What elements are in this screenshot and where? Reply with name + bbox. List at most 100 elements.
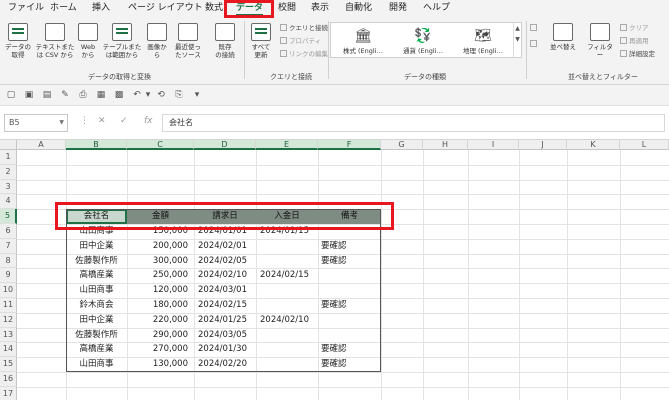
- table-cell[interactable]: 山田商事: [66, 225, 127, 238]
- table-cell[interactable]: 2024/02/20: [198, 358, 260, 371]
- table-cell[interactable]: 120,000: [127, 284, 188, 297]
- table-cell[interactable]: 要確認: [318, 343, 381, 356]
- clear-button[interactable]: クリア: [620, 23, 649, 33]
- table-cell[interactable]: [260, 299, 322, 312]
- row-header-17[interactable]: 17: [0, 386, 17, 400]
- advanced-filter-button[interactable]: 詳細設定: [620, 49, 655, 59]
- table-cell[interactable]: [318, 225, 381, 238]
- table-cell[interactable]: 要確認: [318, 299, 381, 312]
- row-header-1[interactable]: 1: [0, 150, 17, 165]
- row-header-7[interactable]: 7: [0, 238, 17, 254]
- row-header-4[interactable]: 4: [0, 194, 17, 210]
- table-cell[interactable]: [318, 314, 381, 327]
- sort-az-button[interactable]: [530, 23, 539, 33]
- open-icon[interactable]: ▦: [96, 90, 106, 100]
- row-header-14[interactable]: 14: [0, 342, 17, 358]
- more-icon[interactable]: ⋮: [80, 116, 89, 126]
- table-cell[interactable]: 2024/02/15: [260, 269, 322, 282]
- chevron-down-icon[interactable]: ▼: [59, 115, 64, 131]
- redo-icon[interactable]: ⟲: [156, 90, 166, 100]
- table-cell[interactable]: [318, 269, 381, 282]
- row-header-11[interactable]: 11: [0, 298, 17, 313]
- from-web-button[interactable]: Web から: [76, 23, 100, 59]
- print-icon[interactable]: ⎙: [78, 90, 88, 100]
- existing-connections-button[interactable]: 既存 の接続: [210, 23, 240, 59]
- column-header-A[interactable]: A: [17, 140, 66, 150]
- table-cell[interactable]: [260, 358, 322, 371]
- recent-sources-button[interactable]: 最近使っ たソース: [170, 23, 206, 59]
- table-cell[interactable]: 山田商事: [66, 358, 127, 371]
- row-header-6[interactable]: 6: [0, 224, 17, 239]
- sort-za-button[interactable]: [530, 39, 539, 49]
- row-header-12[interactable]: 12: [0, 312, 17, 328]
- enter-icon[interactable]: ✓: [120, 116, 128, 126]
- table-cell[interactable]: 2024/01/30: [198, 343, 260, 356]
- tab-0[interactable]: ファイル: [8, 2, 44, 16]
- table-cell[interactable]: 2024/02/10: [198, 269, 260, 282]
- table-header-cell[interactable]: 備考: [318, 209, 381, 224]
- table-header-cell[interactable]: 会社名: [66, 209, 127, 224]
- data-types-gallery[interactable]: 🏛 株式 (Engli… 💱 通貨 (Engli… 🗺 地理 (Engli… ▲…: [330, 22, 522, 58]
- table-header-cell[interactable]: 請求日: [194, 209, 256, 224]
- table-cell[interactable]: [260, 255, 322, 268]
- table-cell[interactable]: 220,000: [127, 314, 188, 327]
- column-header-L[interactable]: L: [620, 140, 669, 150]
- tab-4[interactable]: 数式: [205, 2, 223, 16]
- table-cell[interactable]: [260, 329, 322, 342]
- refresh-all-button[interactable]: すべて 更新: [246, 23, 276, 59]
- save-icon[interactable]: ▣: [24, 90, 34, 100]
- tab-7[interactable]: 表示: [311, 2, 329, 16]
- table-cell[interactable]: 2024/03/01: [198, 284, 260, 297]
- table-cell[interactable]: 高橋産業: [66, 343, 127, 356]
- table-cell[interactable]: 田中企業: [66, 314, 127, 327]
- table-cell[interactable]: [318, 284, 381, 297]
- from-picture-button[interactable]: 画像か ら: [143, 23, 171, 59]
- table-cell[interactable]: 佐藤製作所: [66, 255, 127, 268]
- select-all-corner[interactable]: [0, 140, 17, 150]
- table-cell[interactable]: 2024/02/01: [198, 240, 260, 253]
- table-cell[interactable]: 2024/02/05: [198, 255, 260, 268]
- table-cell[interactable]: 200,000: [127, 240, 188, 253]
- table-cell[interactable]: [260, 284, 322, 297]
- table-cell[interactable]: 田中企業: [66, 240, 127, 253]
- reapply-button[interactable]: 再適用: [620, 36, 649, 46]
- geography-data-type[interactable]: 🗺 地理 (Engli…: [453, 27, 513, 55]
- column-header-C[interactable]: C: [127, 140, 194, 150]
- from-text-csv-button[interactable]: テキストまた は CSV から: [33, 23, 77, 59]
- column-header-K[interactable]: K: [567, 140, 620, 150]
- tab-5[interactable]: データ: [236, 2, 264, 16]
- row-header-8[interactable]: 8: [0, 253, 17, 269]
- tab-8[interactable]: 自動化: [345, 2, 372, 16]
- tab-2[interactable]: 挿入: [92, 2, 110, 16]
- worksheet-grid[interactable]: A B C D E F G H I J K L 1 2 3 4 5 6 7 8 9 10 11 12 13 14 15 16 17 会社名…: [0, 140, 669, 400]
- table-cell[interactable]: 要確認: [318, 240, 381, 253]
- from-table-range-button[interactable]: テーブルまた は範囲から: [100, 23, 144, 59]
- table-cell[interactable]: 要確認: [318, 358, 381, 371]
- save-as-icon[interactable]: ▤: [42, 90, 52, 100]
- undo-icon[interactable]: ↶: [132, 90, 142, 100]
- row-header-3[interactable]: 3: [0, 179, 17, 195]
- tab-1[interactable]: ホーム: [50, 2, 77, 16]
- table-cell[interactable]: 2024/01/25: [198, 314, 260, 327]
- column-header-F[interactable]: F: [318, 140, 381, 150]
- properties-button[interactable]: プロパティ: [280, 36, 321, 46]
- column-header-H[interactable]: H: [423, 140, 468, 150]
- edit-links-button[interactable]: リンクの編集: [280, 49, 328, 59]
- filter-button[interactable]: フィルター: [584, 23, 616, 59]
- table-cell[interactable]: 270,000: [127, 343, 188, 356]
- table-cell[interactable]: 290,000: [127, 329, 188, 342]
- column-header-G[interactable]: G: [381, 140, 423, 150]
- table-cell[interactable]: 180,000: [127, 299, 188, 312]
- table-cell[interactable]: [260, 343, 322, 356]
- table-cell[interactable]: [318, 329, 381, 342]
- table-cell[interactable]: 2024/01/01: [198, 225, 260, 238]
- tab-3[interactable]: ページ レイアウト: [128, 2, 203, 16]
- row-header-9[interactable]: 9: [0, 268, 17, 284]
- name-box[interactable]: B5 ▼: [4, 114, 68, 132]
- row-header-13[interactable]: 13: [0, 327, 17, 343]
- table-cell[interactable]: 2024/01/15: [260, 225, 322, 238]
- sort-button[interactable]: 並べ替え: [546, 23, 580, 51]
- table-cell[interactable]: 2024/03/05: [198, 329, 260, 342]
- edit-icon[interactable]: ✎: [60, 90, 70, 100]
- undo-dropdown-icon[interactable]: ▾: [143, 90, 153, 100]
